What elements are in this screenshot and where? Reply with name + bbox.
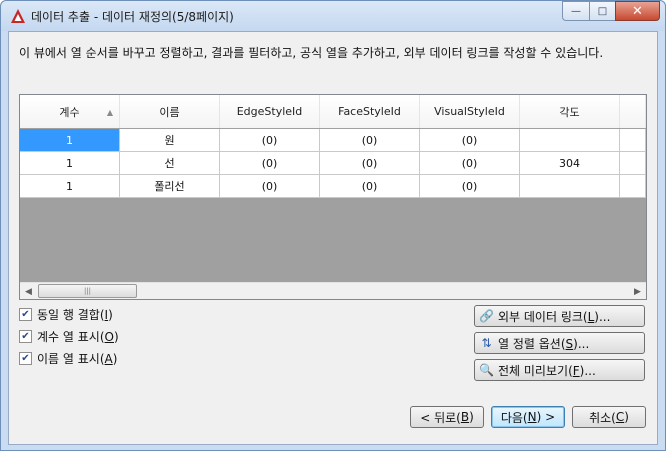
close-button[interactable]: ✕ (615, 1, 660, 21)
dialog-body: 이 뷰에서 열 순서를 바꾸고 정렬하고, 결과를 필터하고, 공식 열을 추가… (8, 31, 658, 445)
column-header-angle[interactable]: 각도 (520, 95, 620, 128)
table-row[interactable]: 1 폴리선 (0) (0) (0) (20, 175, 646, 198)
combine-rows-label: 동일 행 결합(I) (37, 308, 113, 322)
column-header-more[interactable] (620, 95, 646, 128)
minimize-button[interactable]: — (562, 1, 589, 21)
grid-cell[interactable]: 폴리선 (120, 175, 220, 198)
full-preview-label: 전체 미리보기(F)... (498, 363, 596, 378)
external-data-link-label: 외부 데이터 링크(L)... (498, 309, 611, 324)
column-header-facestyleid[interactable]: FaceStyleId (320, 95, 420, 128)
grid-rows: 1 원 (0) (0) (0) 1 선 (0) (0) (0) 304 1 폴리… (20, 129, 646, 198)
grid-cell[interactable]: (0) (220, 129, 320, 152)
back-button[interactable]: < 뒤로(B) (410, 406, 484, 428)
full-preview-button[interactable]: 🔍 전체 미리보기(F)... (474, 359, 645, 381)
grid-cell[interactable]: (0) (420, 129, 520, 152)
grid-cell[interactable]: (0) (320, 129, 420, 152)
column-sort-options-label: 열 정렬 옵션(S)... (498, 336, 590, 351)
cancel-button[interactable]: 취소(C) (572, 406, 646, 428)
grid-cell[interactable]: 304 (520, 152, 620, 175)
external-data-link-button[interactable]: 🔗 외부 데이터 링크(L)... (474, 305, 645, 327)
scroll-left-icon[interactable]: ◀ (20, 283, 37, 299)
grid-cell[interactable]: (0) (420, 152, 520, 175)
horizontal-scrollbar[interactable]: ◀ ||| ▶ (20, 282, 646, 299)
column-header-edgestyleid[interactable]: EdgeStyleId (220, 95, 320, 128)
autocad-logo-icon (11, 9, 25, 23)
data-grid[interactable]: 계수 ▲ 이름 EdgeStyleId FaceStyleId VisualSt… (19, 94, 647, 300)
show-name-column-label: 이름 열 표시(A) (37, 352, 118, 366)
column-sort-options-button[interactable]: ⇅ 열 정렬 옵션(S)... (474, 332, 645, 354)
show-name-column-option[interactable]: ✔ 이름 열 표시(A) (19, 350, 117, 367)
grid-cell[interactable]: (0) (320, 152, 420, 175)
table-row[interactable]: 1 선 (0) (0) (0) 304 (20, 152, 646, 175)
column-header-visualstyleid[interactable]: VisualStyleId (420, 95, 520, 128)
next-button[interactable]: 다음(N) > (491, 406, 565, 428)
show-count-column-checkbox[interactable]: ✔ (19, 330, 32, 343)
grid-cell[interactable]: 1 (20, 152, 120, 175)
grid-cell[interactable]: (0) (220, 152, 320, 175)
grid-cell[interactable]: 1 (20, 129, 120, 152)
grid-cell[interactable]: 1 (20, 175, 120, 198)
scroll-right-icon[interactable]: ▶ (629, 283, 646, 299)
scrollbar-thumb[interactable]: ||| (38, 284, 137, 298)
show-count-column-option[interactable]: ✔ 계수 열 표시(O) (19, 328, 119, 345)
sort-ascending-icon: ▲ (106, 108, 113, 117)
grid-cell[interactable] (620, 175, 646, 198)
data-extraction-dialog: 데이터 추출 - 데이터 재정의(5/8페이지) — □ ✕ 이 뷰에서 열 순… (0, 0, 666, 451)
column-header-count[interactable]: 계수 ▲ (20, 95, 120, 128)
combine-rows-option[interactable]: ✔ 동일 행 결합(I) (19, 306, 113, 323)
grid-cell[interactable]: (0) (420, 175, 520, 198)
grid-cell[interactable]: (0) (320, 175, 420, 198)
combine-rows-checkbox[interactable]: ✔ (19, 308, 32, 321)
grid-cell[interactable] (620, 129, 646, 152)
grip-icon: ||| (83, 287, 92, 295)
column-header-label: 계수 (59, 105, 80, 119)
description-text: 이 뷰에서 열 순서를 바꾸고 정렬하고, 결과를 필터하고, 공식 열을 추가… (19, 46, 604, 60)
show-count-column-label: 계수 열 표시(O) (37, 330, 119, 344)
maximize-button[interactable]: □ (589, 1, 615, 21)
grid-cell[interactable] (620, 152, 646, 175)
table-row[interactable]: 1 원 (0) (0) (0) (20, 129, 646, 152)
window-controls: — □ ✕ (562, 1, 660, 22)
window-title: 데이터 추출 - 데이터 재정의(5/8페이지) (31, 10, 234, 24)
sort-az-icon: ⇅ (481, 336, 492, 350)
title-bar[interactable]: 데이터 추출 - 데이터 재정의(5/8페이지) — □ ✕ (1, 1, 665, 31)
grid-cell[interactable] (520, 175, 620, 198)
grid-cell[interactable]: 선 (120, 152, 220, 175)
grid-cell[interactable]: (0) (220, 175, 320, 198)
grid-cell[interactable] (520, 129, 620, 152)
grid-header: 계수 ▲ 이름 EdgeStyleId FaceStyleId VisualSt… (20, 95, 646, 128)
column-header-name[interactable]: 이름 (120, 95, 220, 128)
grid-cell[interactable]: 원 (120, 129, 220, 152)
preview-icon: 🔍 (479, 363, 494, 377)
link-icon: 🔗 (479, 309, 494, 323)
show-name-column-checkbox[interactable]: ✔ (19, 352, 32, 365)
